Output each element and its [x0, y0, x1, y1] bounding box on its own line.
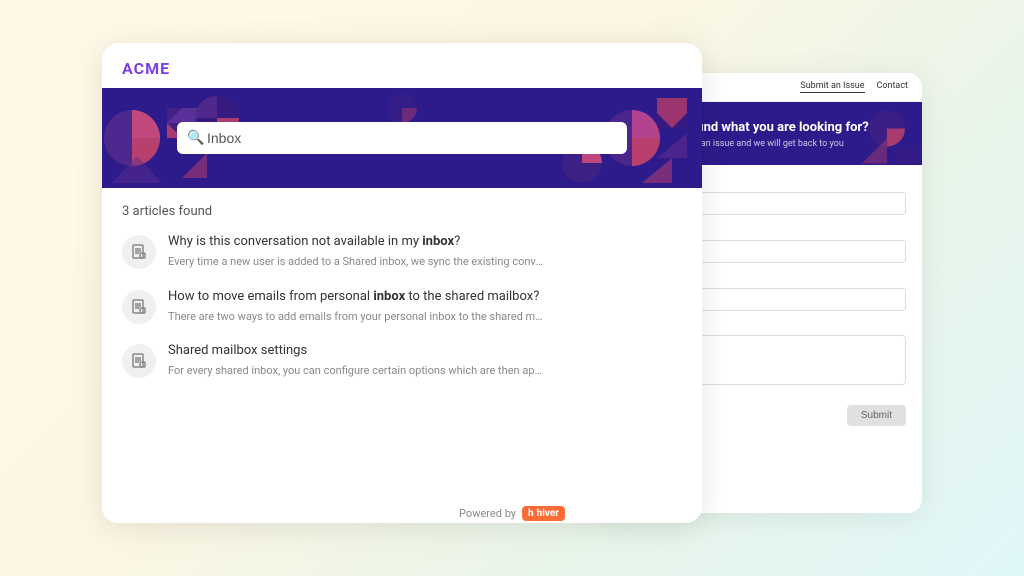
article-title-3: Shared mailbox settings — [168, 342, 548, 360]
article-excerpt-2: There are two ways to add emails from yo… — [168, 309, 548, 324]
article-content-2: How to move emails from personal inbox t… — [168, 288, 548, 325]
list-item[interactable]: Why is this conversation not available i… — [122, 233, 682, 270]
main-card: ACME — [102, 43, 702, 523]
list-item[interactable]: Shared mailbox settings For every shared… — [122, 342, 682, 379]
article-excerpt-1: Every time a new user is added to a Shar… — [168, 254, 548, 269]
article-icon-3 — [122, 344, 156, 378]
hiver-badge: h hiver — [522, 506, 565, 521]
hero-banner: 🔍 — [102, 88, 702, 188]
search-icon: 🔍 — [187, 130, 204, 146]
hiver-icon: h — [528, 508, 534, 519]
article-content-1: Why is this conversation not available i… — [168, 233, 548, 270]
search-input[interactable] — [177, 122, 627, 154]
article-title-1: Why is this conversation not available i… — [168, 233, 548, 251]
powered-by-label: Powered by — [459, 507, 516, 520]
nav-contact[interactable]: Contact — [877, 81, 908, 93]
submit-button[interactable]: Submit — [847, 405, 906, 426]
list-item[interactable]: How to move emails from personal inbox t… — [122, 288, 682, 325]
hiver-label: hiver — [537, 508, 559, 519]
brand-logo: ACME — [122, 59, 170, 78]
search-wrapper: 🔍 — [177, 122, 627, 154]
article-title-2: How to move emails from personal inbox t… — [168, 288, 548, 306]
articles-count: 3 articles found — [122, 204, 682, 219]
article-excerpt-3: For every shared inbox, you can configur… — [168, 363, 548, 378]
articles-section: 3 articles found Why is this conversatio… — [102, 188, 702, 413]
article-content-3: Shared mailbox settings For every shared… — [168, 342, 548, 379]
right-panel-nav: Submit an Issue Contact — [800, 81, 908, 93]
footer: Powered by h hiver — [459, 506, 565, 521]
nav-submit-issue[interactable]: Submit an Issue — [800, 81, 864, 93]
main-card-header: ACME — [102, 43, 702, 88]
article-icon-2 — [122, 290, 156, 324]
article-icon-1 — [122, 235, 156, 269]
